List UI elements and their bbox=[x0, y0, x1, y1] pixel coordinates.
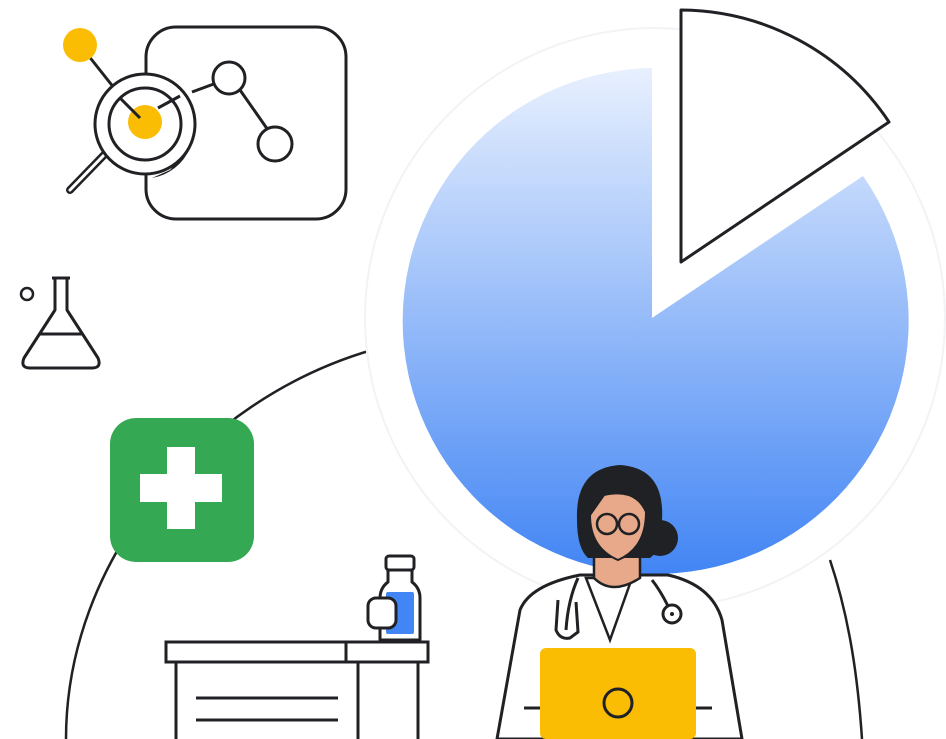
medicine-bottle-icon bbox=[366, 554, 422, 642]
medical-cross-icon bbox=[110, 418, 254, 562]
illustration-canvas bbox=[19, 8, 946, 739]
laptop-icon bbox=[524, 648, 712, 739]
flask-icon bbox=[19, 276, 101, 370]
healthcare-analytics-illustration bbox=[0, 0, 946, 739]
desk bbox=[164, 640, 430, 739]
